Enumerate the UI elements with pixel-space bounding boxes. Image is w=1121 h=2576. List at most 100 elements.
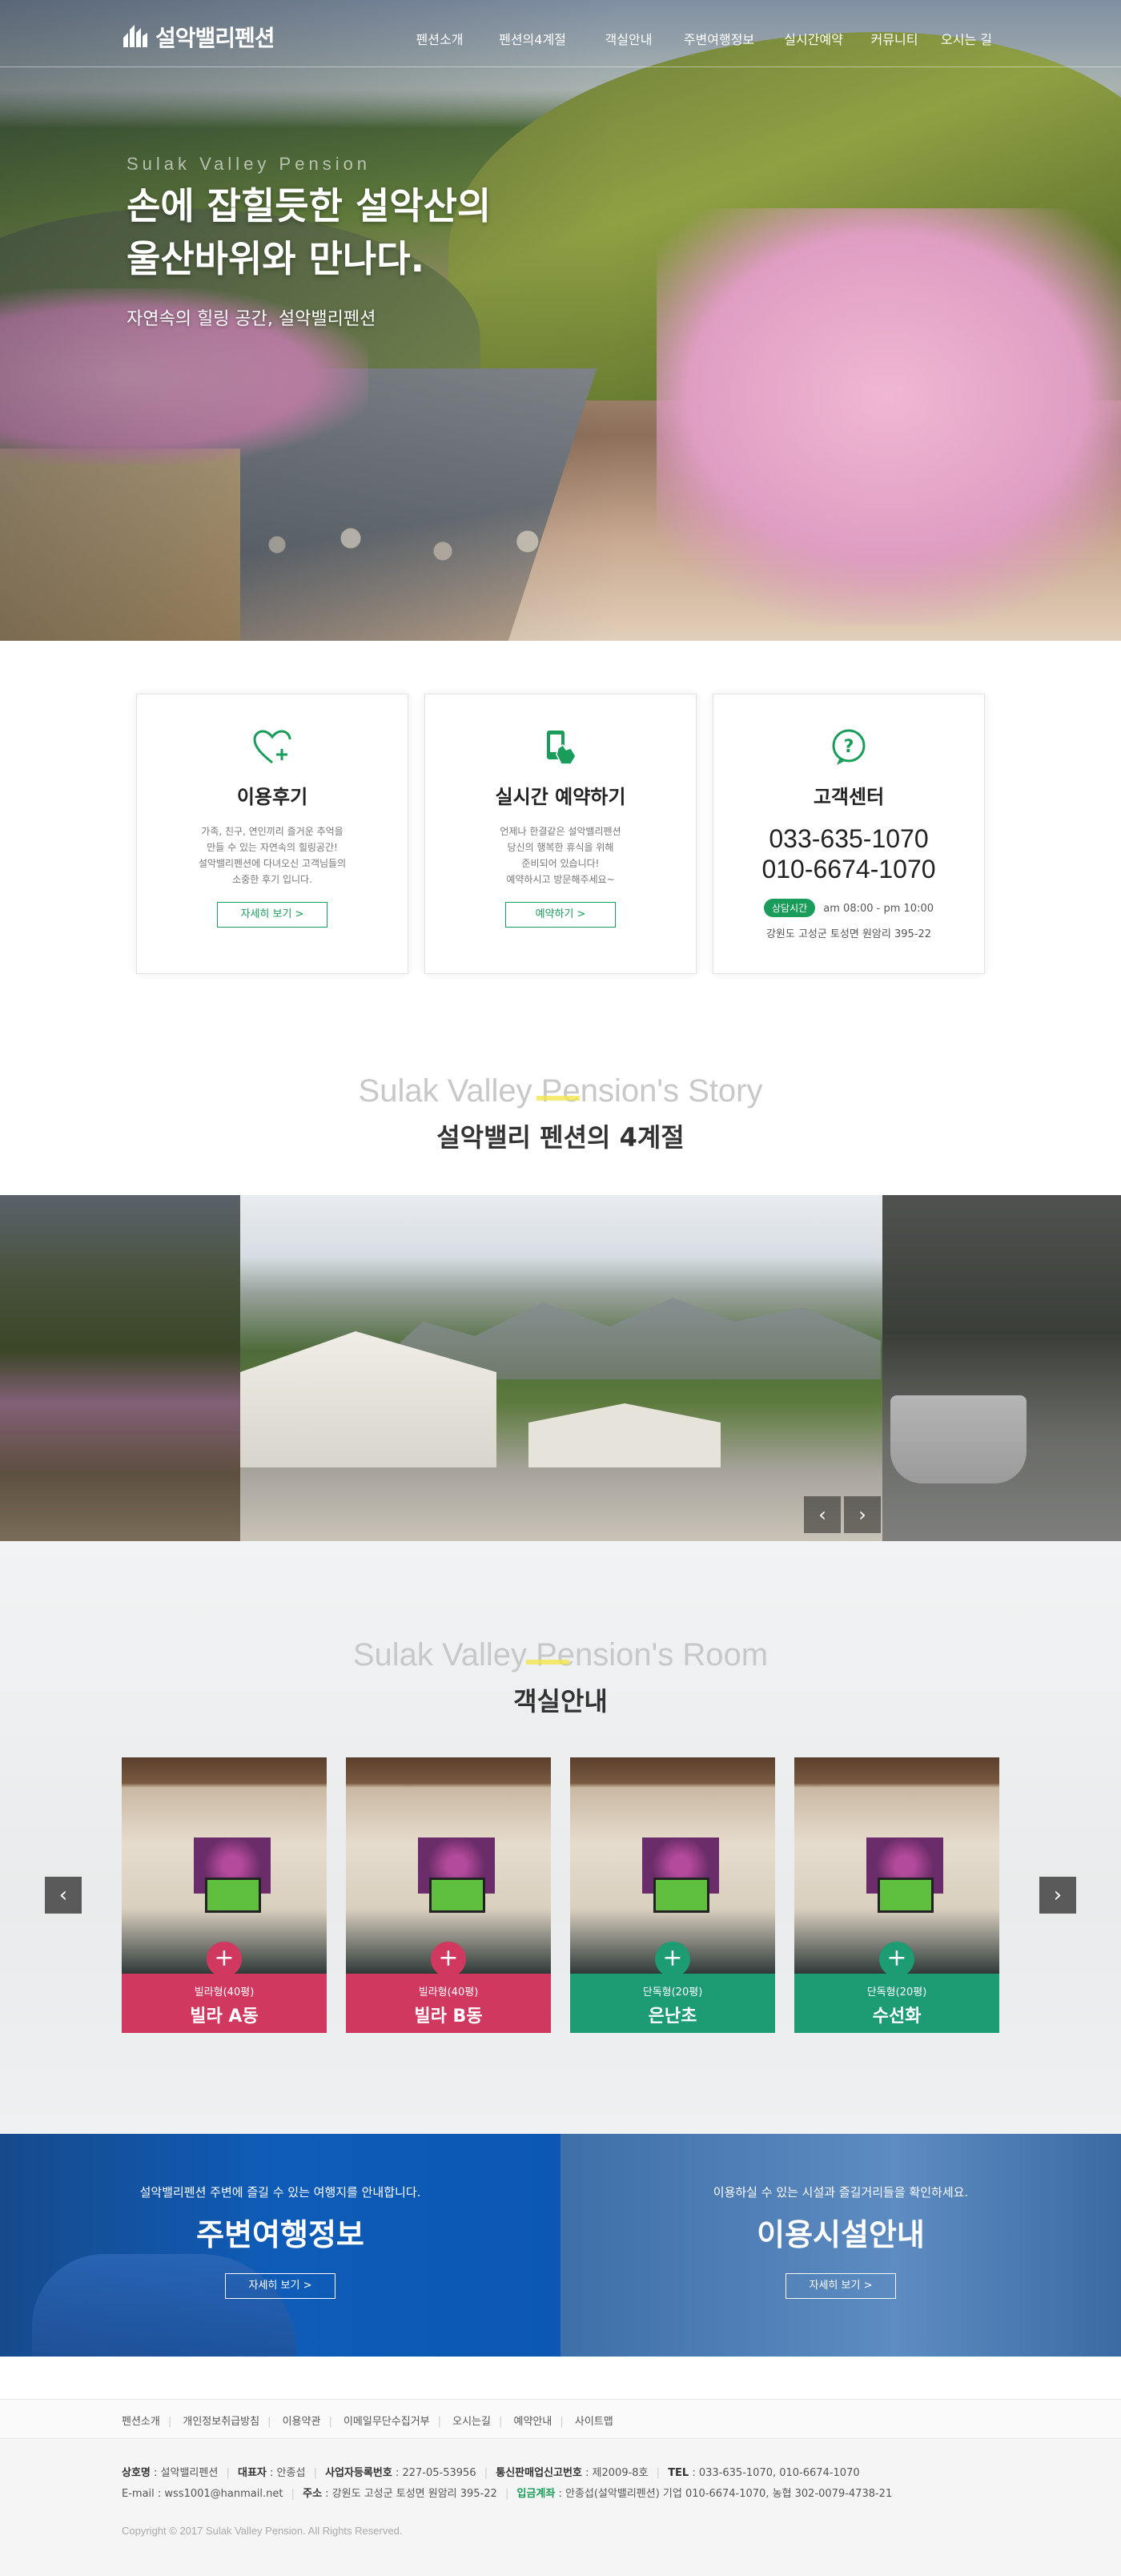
hero-title-line2: 울산바위와 만나다. [127, 237, 425, 280]
plus-icon[interactable]: + [879, 1942, 914, 1977]
footer-email[interactable]: wss1001@hanmail.net [164, 2488, 283, 2500]
travel-info-more-button[interactable]: 자세히 보기 > [225, 2273, 335, 2299]
logo[interactable]: 설악밸리펜션 [122, 21, 275, 53]
footer-link-terms[interactable]: 이용약관 [283, 2416, 321, 2428]
nav-item-four-seasons[interactable]: 펜션의4계절 [495, 29, 570, 48]
footer-link-directions[interactable]: 오시는길 [452, 2416, 491, 2428]
facility-info-title: 이용시설안내 [757, 2217, 925, 2252]
top-navigation-bar: 설악밸리펜션 펜션소개 펜션의4계절 객실안내 주변여행정보 실시간예약 커뮤니… [0, 0, 1121, 67]
gallery-image-pension [240, 1195, 882, 1541]
gallery-prev-button[interactable]: ‹ [804, 1496, 841, 1533]
review-card-title: 이용후기 [236, 786, 308, 808]
reservation-card: 실시간 예약하기 언제나 한결같은 설악밸리펜션 당신의 행복한 휴식을 위해 … [424, 694, 697, 974]
facility-info-more-button[interactable]: 자세히 보기 > [786, 2273, 896, 2299]
gallery-bathtub [890, 1395, 1027, 1483]
footer-label: E-mail [122, 2488, 155, 2500]
reserve-button[interactable]: 예약하기 > [505, 902, 616, 928]
footer-link-privacy[interactable]: 개인정보취급방침 [183, 2416, 259, 2428]
rooms-title: 객실안내 [513, 1686, 608, 1717]
divider: | [437, 2416, 441, 2428]
rooms-section: Sulak Valley Pension's Room 객실안내 ‹ › + 빌… [0, 1541, 1121, 2134]
divider: | [167, 2416, 172, 2428]
footer-label: 주소 [303, 2488, 323, 2500]
hero-subtitle: 자연속의 힐링 공간, 설악밸리펜션 [127, 309, 376, 329]
consult-hours-badge: 상담시간 [763, 899, 816, 917]
room-name: 빌라 B동 [414, 2006, 483, 2027]
rooms-prev-button[interactable]: ‹ [45, 1877, 82, 1914]
room-label: 빌라형(40평) 빌라 A동 [122, 1974, 327, 2033]
travel-info-banner: 설악밸리펜션 주변에 즐길 수 있는 여행지를 안내합니다. 주변여행정보 자세… [0, 2134, 560, 2357]
footer-label: 대표자 [237, 2467, 267, 2479]
gallery-controls: ‹ › [804, 1496, 881, 1533]
room-name: 은난초 [648, 2006, 697, 2027]
footer-link-reservation-guide[interactable]: 예약안내 [514, 2416, 552, 2428]
customer-center-card: ? 고객센터 033-635-1070 010-6674-1070 상담시간 a… [713, 694, 985, 974]
reservation-card-desc: 언제나 한결같은 설악밸리펜션 당신의 행복한 휴식을 위해 준비되어 있습니다… [500, 826, 621, 885]
footer-link-intro[interactable]: 펜션소개 [122, 2416, 160, 2428]
footer-value: 설악밸리펜션 [160, 2467, 219, 2479]
season-gallery: ‹ › [0, 1195, 1121, 1541]
footer-link-sitemap[interactable]: 사이트맵 [575, 2416, 613, 2428]
room-card-villa-a[interactable]: + 빌라형(40평) 빌라 A동 [122, 1757, 327, 2033]
footer-label-account: 입금계좌 [516, 2488, 556, 2500]
svg-text:?: ? [844, 737, 854, 757]
consult-hours-value: am 08:00 - pm 10:00 [823, 903, 934, 915]
room-label: 단독형(20평) 수선화 [794, 1974, 999, 2033]
travel-info-desc: 설악밸리펜션 주변에 즐길 수 있는 여행지를 안내합니다. [139, 2185, 421, 2200]
promo-banners: 설악밸리펜션 주변에 즐길 수 있는 여행지를 안내합니다. 주변여행정보 자세… [0, 2134, 1121, 2357]
story-heading: Sulak Valley Pension's Story 설악밸리 펜션의 4계… [0, 1073, 1121, 1154]
room-card-eunnancho[interactable]: + 단독형(20평) 은난초 [570, 1757, 775, 2033]
phone-number-2: 010-6674-1070 [761, 855, 936, 883]
room-card-villa-b[interactable]: + 빌라형(40평) 빌라 B동 [346, 1757, 551, 2033]
facility-info-banner: 이용하실 수 있는 시설과 즐길거리들을 확인하세요. 이용시설안내 자세히 보… [560, 2134, 1121, 2357]
gallery-image-blossom [0, 1195, 240, 1541]
room-type: 빌라형(40평) [418, 1986, 479, 1998]
plus-icon[interactable]: + [431, 1942, 466, 1977]
divider: | [560, 2416, 564, 2428]
review-card-desc: 가족, 친구, 연인끼리 즐거운 추억을 만들 수 있는 자연속의 힐링공간! … [198, 826, 347, 885]
footer-label: 상호명 [122, 2467, 151, 2479]
room-type: 빌라형(40평) [194, 1986, 255, 1998]
car-image [32, 2254, 296, 2357]
consult-hours: 상담시간 am 08:00 - pm 10:00 [713, 899, 984, 917]
nav-item-reservation[interactable]: 실시간예약 [780, 29, 847, 48]
address: 강원도 고성군 토성면 원암리 395-22 [765, 928, 932, 940]
room-label: 빌라형(40평) 빌라 B동 [346, 1974, 551, 2033]
footer-info-row-1: 상호명 : 설악밸리펜션 | 대표자 : 안종섭 | 사업자등록번호 : 227… [122, 2467, 860, 2479]
footer-info: 상호명 : 설악밸리펜션 | 대표자 : 안종섭 | 사업자등록번호 : 227… [0, 2440, 1121, 2576]
nav-item-travel-info[interactable]: 주변여행정보 [681, 29, 757, 48]
divider: | [267, 2416, 271, 2428]
nav-item-pension-intro[interactable]: 펜션소개 [408, 29, 471, 48]
room-tv [878, 1878, 934, 1913]
question-bubble-icon: ? [826, 725, 871, 770]
footer-links-row: 펜션소개 | 개인정보취급방침 | 이용약관 | 이메일무단수집거부 | 오시는길 | 예… [122, 2413, 613, 2428]
gallery-image-bathroom [882, 1195, 1121, 1541]
footer-value: 안종섭(설악밸리펜션) 기업 010-6674-1070, 농협 302-007… [565, 2488, 893, 2500]
rooms-next-button[interactable]: › [1039, 1877, 1076, 1914]
nav-item-rooms[interactable]: 객실안내 [601, 29, 657, 48]
hero-title: 손에 잡힐듯한 설악산의 울산바위와 만나다. [127, 179, 491, 285]
footer-value: 강원도 고성군 토성면 원암리 395-22 [331, 2488, 497, 2500]
hero-copy: Sulak Valley Pension 손에 잡힐듯한 설악산의 울산바위와 … [127, 154, 491, 330]
review-more-button[interactable]: 자세히 보기 > [217, 902, 327, 928]
review-card: 이용후기 가족, 친구, 연인끼리 즐거운 추억을 만들 수 있는 자연속의 힐… [136, 694, 408, 974]
room-name: 빌라 A동 [190, 2006, 259, 2027]
logo-icon [122, 23, 149, 50]
divider: | [498, 2416, 503, 2428]
nav-item-directions[interactable]: 오시는 길 [938, 29, 994, 48]
hero-title-line1: 손에 잡힐듯한 설악산의 [127, 184, 492, 227]
plus-icon[interactable]: + [207, 1942, 242, 1977]
room-label: 단독형(20평) 은난초 [570, 1974, 775, 2033]
footer-label: 통신판매업신고번호 [496, 2467, 582, 2479]
story-title: 설악밸리 펜션의 4계절 [436, 1122, 685, 1153]
footer-info-row-2: E-mail : wss1001@hanmail.net | 주소 : 강원도 … [122, 2488, 893, 2500]
footer-value: 제2009-8호 [592, 2467, 649, 2479]
room-card-suseonhwa[interactable]: + 단독형(20평) 수선화 [794, 1757, 999, 2033]
gallery-next-button[interactable]: › [844, 1496, 881, 1533]
rooms-english-title: Sulak Valley Pension's Room [352, 1637, 769, 1672]
footer-link-email-policy[interactable]: 이메일무단수집거부 [344, 2416, 430, 2428]
gallery-house-2 [528, 1403, 721, 1467]
phone-touch-icon [538, 725, 583, 770]
plus-icon[interactable]: + [655, 1942, 690, 1977]
nav-item-community[interactable]: 커뮤니티 [866, 29, 922, 48]
